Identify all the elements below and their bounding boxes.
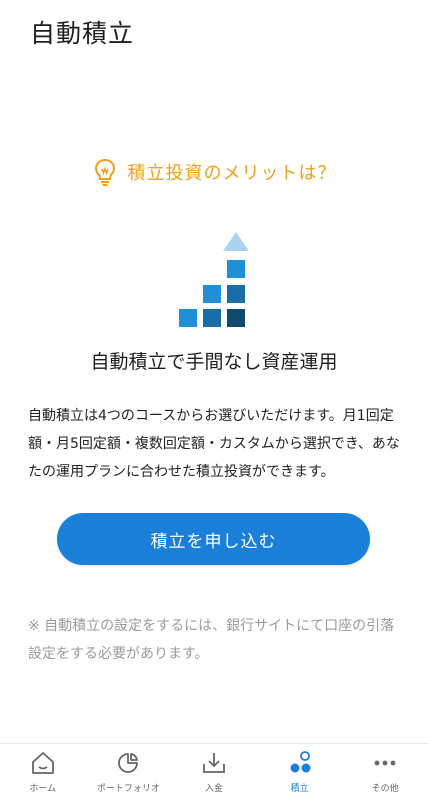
apply-button[interactable]: 積立を申し込む [57,513,370,565]
portfolio-icon [118,753,139,773]
nav-home[interactable]: ホーム [0,744,86,800]
nav-more[interactable]: その他 [342,744,428,800]
nav-label-deposit: 入金 [204,784,223,794]
nav-portfolio[interactable]: ポートフォリオ [86,744,172,800]
lightbulb-icon [94,158,115,186]
deposit-icon [203,753,225,773]
description-text: 自動積立は4つのコースからお選びいただけます。月1回定額・月5回定額・複数回定額… [28,408,400,480]
note-text: ※ 自動積立の設定をするには、銀行サイトにて口座の引落設定をする必要があります。 [28,618,395,662]
home-icon [31,752,54,774]
bottom-nav: ホーム ポートフォリオ 入金 積立 その他 [0,743,428,800]
nav-label-home: ホーム [29,784,57,794]
nav-deposit[interactable]: 入金 [171,744,257,800]
stair-blocks-illustration [179,232,248,327]
tsumitate-icon [290,751,311,773]
nav-tsumitate[interactable]: 積立 [257,744,343,800]
nav-label-more: その他 [371,784,399,794]
merit-link[interactable]: 積立投資のメリットは？ [0,158,428,186]
nav-label-tsumitate: 積立 [290,784,309,794]
hero-title: 自動積立で手間なし資産運用 [90,351,338,373]
page-title: 自動積立 [30,19,135,48]
more-icon [374,760,396,766]
nav-label-portfolio: ポートフォリオ [96,784,160,794]
merit-label: 積立投資のメリットは？ [127,163,337,184]
